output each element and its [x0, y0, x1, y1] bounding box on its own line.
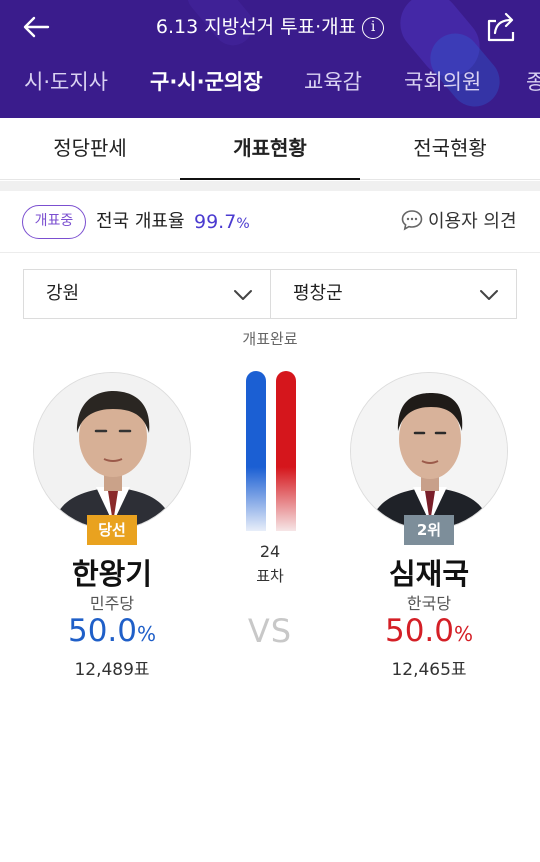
district-select-value: 평창군	[293, 283, 343, 304]
chevron-down-icon	[480, 290, 498, 300]
candidate-votes: 12,465표	[391, 660, 467, 680]
count-rate-value: 99.7%	[194, 205, 250, 241]
candidate-percent-unit: %	[137, 622, 157, 646]
count-complete-label: 개표완료	[242, 330, 298, 348]
vote-margin-value: 24	[259, 542, 281, 561]
vote-bar-left	[246, 371, 266, 531]
page-title-area: 6.13 지방선거 투표·개표 i	[0, 12, 540, 42]
chevron-down-icon	[234, 290, 252, 300]
candidate-party: 한국당	[406, 594, 452, 613]
chat-bubble-icon	[401, 210, 423, 231]
count-rate-label: 전국 개표율	[96, 211, 185, 232]
candidate-photo	[33, 372, 191, 530]
candidate-percent-number: 50.0	[384, 613, 454, 649]
candidate-percent: 50.0%	[12, 613, 212, 649]
info-icon[interactable]: i	[362, 17, 385, 39]
candidate-votes: 12,489표	[74, 660, 150, 680]
app-header: 6.13 지방선거 투표·개표 i 시·도지사 구·시·군의장 교육감 국회의원 …	[0, 0, 540, 118]
candidate-percent-unit: %	[454, 622, 474, 646]
tab-count-status[interactable]: 개표현황	[180, 118, 360, 180]
nav-item-more[interactable]: 종	[526, 62, 540, 102]
vote-margin-label: 표차	[256, 567, 284, 585]
user-opinion-link[interactable]: 이용자 의견	[400, 205, 517, 239]
candidate-portrait	[351, 373, 507, 529]
vote-bar-right	[276, 371, 296, 531]
candidate-photo	[350, 372, 508, 530]
count-rate-number: 99.7	[194, 211, 237, 233]
tab-national-status[interactable]: 전국현황	[360, 118, 540, 180]
nav-item-mayor[interactable]: 구·시·군의장	[150, 62, 263, 102]
count-rate-row: 개표중 전국 개표율 99.7% 이용자 의견	[0, 191, 540, 253]
page-title: 6.13 지방선거 투표·개표	[155, 16, 357, 38]
region-select[interactable]: 강원	[23, 269, 271, 319]
candidate-name: 심재국	[388, 557, 470, 591]
candidate-portrait	[34, 373, 190, 529]
share-button[interactable]	[482, 8, 520, 46]
nav-item-education[interactable]: 교육감	[304, 62, 362, 102]
candidate-percent-number: 50.0	[67, 613, 137, 649]
candidate-name: 한왕기	[71, 557, 153, 591]
counting-badge: 개표중	[22, 205, 86, 239]
tab-party-overview[interactable]: 정당판세	[0, 118, 180, 180]
share-icon	[487, 12, 515, 42]
district-select[interactable]: 평창군	[270, 269, 517, 319]
rank-badge: 2위	[404, 515, 454, 545]
nav-item-governor[interactable]: 시·도지사	[24, 62, 108, 102]
section-divider	[0, 181, 540, 191]
candidate-party: 민주당	[89, 594, 135, 613]
user-opinion-label: 이용자 의견	[428, 211, 517, 232]
candidate-percent: 50.0%	[329, 613, 529, 649]
count-rate-unit: %	[236, 216, 250, 232]
region-select-value: 강원	[46, 283, 80, 304]
nav-item-assembly[interactable]: 국회의원	[404, 62, 481, 102]
winner-badge: 당선	[87, 515, 137, 545]
vs-label: VS	[247, 612, 293, 650]
sub-tabs: 정당판세 개표현황 전국현황	[0, 118, 540, 180]
